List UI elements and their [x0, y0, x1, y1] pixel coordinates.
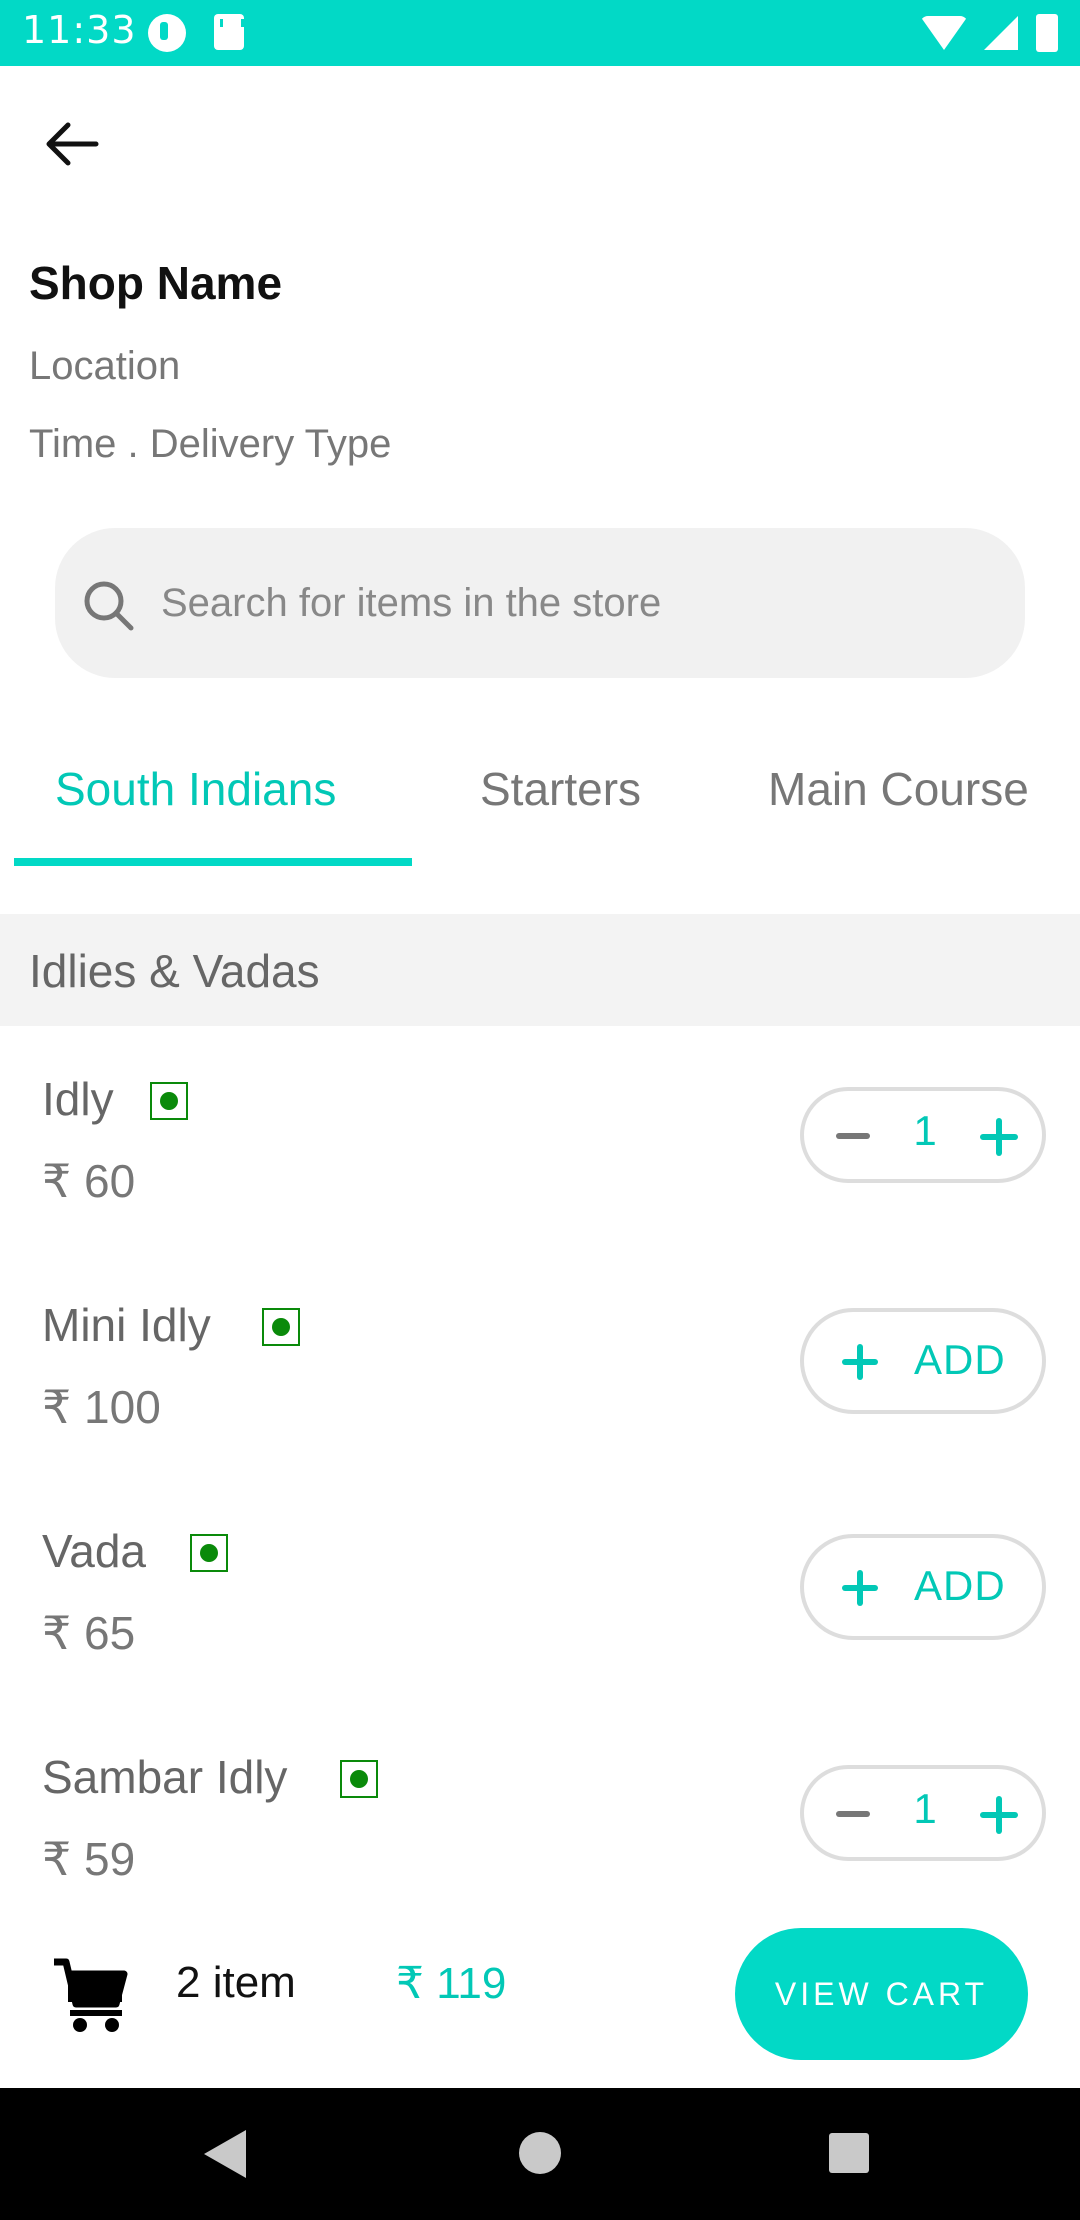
- add-button-label: ADD: [914, 1336, 1006, 1383]
- nav-home-icon[interactable]: [519, 2132, 561, 2174]
- tab-south-indians[interactable]: South Indians: [55, 762, 336, 816]
- shop-name: Shop Name: [29, 257, 283, 309]
- category-header: Idlies & Vadas: [0, 914, 1080, 1026]
- arrow-left-icon: [46, 122, 99, 166]
- cart-item-count: 2 item: [176, 1958, 296, 2007]
- category-tabs: South Indians Starters Main Course: [0, 740, 1080, 870]
- cart-total: ₹ 119: [396, 1959, 507, 2008]
- app-notification-icon: [148, 14, 186, 52]
- status-time: 11:33: [22, 8, 137, 52]
- veg-indicator-icon: [340, 1760, 378, 1798]
- search-icon: [84, 581, 134, 631]
- nav-back-icon[interactable]: [204, 2130, 246, 2178]
- tab-main-course[interactable]: Main Course: [768, 762, 1029, 816]
- item-name: Sambar Idly: [42, 1751, 288, 1803]
- item-price: ₹ 60: [42, 1155, 136, 1207]
- quantity-stepper: 1: [800, 1087, 1046, 1183]
- status-bar: 11:33: [0, 0, 1080, 66]
- item-name: Vada: [42, 1525, 147, 1577]
- veg-indicator-icon: [150, 1082, 188, 1120]
- tab-starters[interactable]: Starters: [480, 762, 641, 816]
- minus-icon[interactable]: [828, 1113, 876, 1161]
- quantity-value: 1: [913, 1785, 937, 1832]
- nav-recents-icon[interactable]: [829, 2133, 869, 2173]
- menu-item-mini-idly: Mini Idly ₹ 100 ADD: [0, 1298, 1080, 1524]
- view-cart-button[interactable]: VIEW CART: [735, 1928, 1028, 2060]
- item-price: ₹ 59: [42, 1833, 136, 1885]
- item-name: Idly: [42, 1073, 114, 1125]
- menu-item-vada: Vada ₹ 65 ADD: [0, 1524, 1080, 1750]
- tab-indicator: [14, 858, 412, 866]
- item-price: ₹ 100: [42, 1381, 161, 1433]
- back-button[interactable]: [40, 112, 124, 184]
- add-button[interactable]: ADD: [800, 1534, 1046, 1640]
- search-bar[interactable]: [55, 528, 1025, 678]
- shop-location: Location: [29, 344, 181, 388]
- system-navigation-bar: [0, 2088, 1080, 2220]
- battery-icon: [1036, 14, 1058, 52]
- item-price: ₹ 65: [42, 1607, 136, 1659]
- plus-icon: [840, 1342, 880, 1382]
- item-name: Mini Idly: [42, 1299, 211, 1351]
- cart-summary-bar: 2 item ₹ 119 VIEW CART: [0, 1900, 1080, 2088]
- sd-card-icon: [214, 14, 244, 50]
- plus-icon[interactable]: [974, 1113, 1022, 1161]
- veg-indicator-icon: [190, 1534, 228, 1572]
- category-title: Idlies & Vadas: [29, 945, 320, 997]
- plus-icon: [840, 1568, 880, 1608]
- add-button[interactable]: ADD: [800, 1308, 1046, 1414]
- minus-icon[interactable]: [828, 1791, 876, 1839]
- veg-indicator-icon: [262, 1308, 300, 1346]
- wifi-icon: [920, 16, 968, 50]
- add-button-label: ADD: [914, 1562, 1006, 1609]
- quantity-value: 1: [913, 1107, 937, 1154]
- shop-delivery-info: Time . Delivery Type: [29, 422, 392, 466]
- shopping-cart-icon: [54, 1958, 128, 2032]
- plus-icon[interactable]: [974, 1791, 1022, 1839]
- menu-item-idly: Idly ₹ 60 1: [0, 1072, 1080, 1298]
- search-input[interactable]: [161, 574, 981, 632]
- signal-icon: [984, 16, 1018, 50]
- quantity-stepper: 1: [800, 1765, 1046, 1861]
